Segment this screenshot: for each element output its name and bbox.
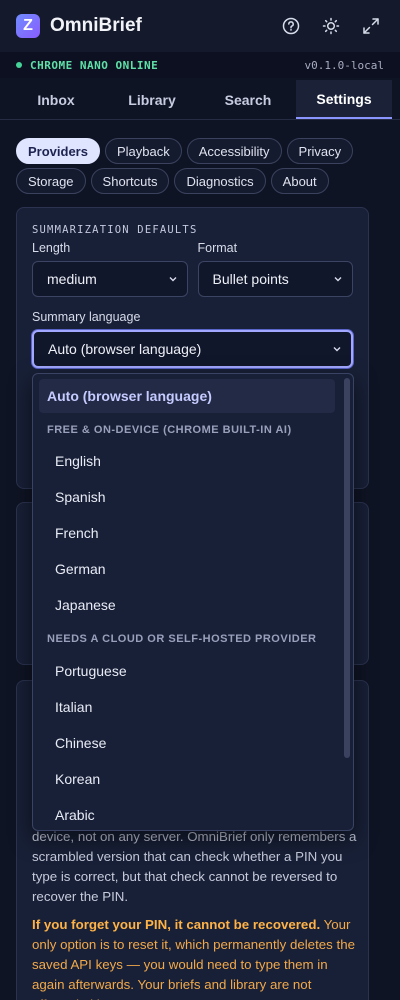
pill-accessibility[interactable]: Accessibility [186,138,282,164]
dropdown-group-on-device: FREE & ON-DEVICE (CHROME BUILT-IN AI) [47,424,292,436]
dropdown-option[interactable]: Arabic [55,807,95,823]
settings-subnav: Providers Playback Accessibility Privacy… [16,138,386,194]
tab-library[interactable]: Library [104,80,200,119]
app-title: OmniBrief [50,15,142,36]
language-value: Auto (browser language) [48,341,202,357]
dropdown-option[interactable]: Italian [55,699,92,715]
version-label: v0.1.0-local [304,58,384,72]
pill-storage[interactable]: Storage [16,168,86,194]
chevron-down-icon [169,277,176,282]
main-tabs: Inbox Library Search Settings [0,80,400,120]
help-icon[interactable] [278,13,304,39]
expand-icon[interactable] [358,13,384,39]
dropdown-option-auto[interactable]: Auto (browser language) [39,379,335,413]
language-dropdown-list: Auto (browser language) FREE & ON-DEVICE… [32,373,354,831]
format-value: Bullet points [212,271,289,287]
chevron-down-icon [334,277,342,282]
length-label: Length [32,241,71,255]
theme-sun-icon[interactable] [318,13,344,39]
dropdown-option[interactable]: French [55,525,99,541]
language-select[interactable]: Auto (browser language) [32,330,353,368]
pill-playback[interactable]: Playback [104,138,182,164]
pill-providers[interactable]: Providers [16,138,100,164]
status-text: CHROME NANO ONLINE [30,58,159,72]
pill-about[interactable]: About [270,168,329,194]
omnibrief-logo: Z [16,14,40,38]
status-bar: CHROME NANO ONLINE v0.1.0-local [0,52,400,78]
pill-privacy[interactable]: Privacy [286,138,354,164]
dropdown-option[interactable]: English [55,453,101,469]
dropdown-option[interactable]: Portuguese [55,663,127,679]
dropdown-scrollbar[interactable] [344,378,350,758]
language-label: Summary language [32,310,141,324]
pin-description: device, not on any server. OmniBrief onl… [32,829,357,904]
pill-shortcuts[interactable]: Shortcuts [90,168,170,194]
dropdown-option[interactable]: Chinese [55,735,106,751]
tab-settings[interactable]: Settings [296,80,392,119]
tab-inbox[interactable]: Inbox [8,80,104,119]
chevron-down-icon [333,347,341,352]
dropdown-option[interactable]: German [55,561,106,577]
format-select[interactable]: Bullet points [197,261,353,297]
logo-letter: Z [23,17,33,34]
pin-warning-bold: If you forget your PIN, it cannot be rec… [32,917,321,932]
dropdown-option[interactable]: Spanish [55,489,106,505]
format-label: Format [197,241,238,255]
dropdown-option[interactable]: Korean [55,771,100,787]
pin-warning: If you forget your PIN, it cannot be rec… [32,915,362,1000]
length-select[interactable]: medium [32,261,188,297]
online-dot-icon [16,62,22,68]
dropdown-group-cloud: NEEDS A CLOUD OR SELF-HOSTED PROVIDER [47,633,317,645]
dropdown-option[interactable]: Japanese [55,597,116,613]
app-header: Z OmniBrief [0,0,400,52]
tab-search[interactable]: Search [200,80,296,119]
section-title: SUMMARIZATION DEFAULTS [32,224,198,236]
pill-diagnostics[interactable]: Diagnostics [174,168,266,194]
length-value: medium [47,271,97,287]
